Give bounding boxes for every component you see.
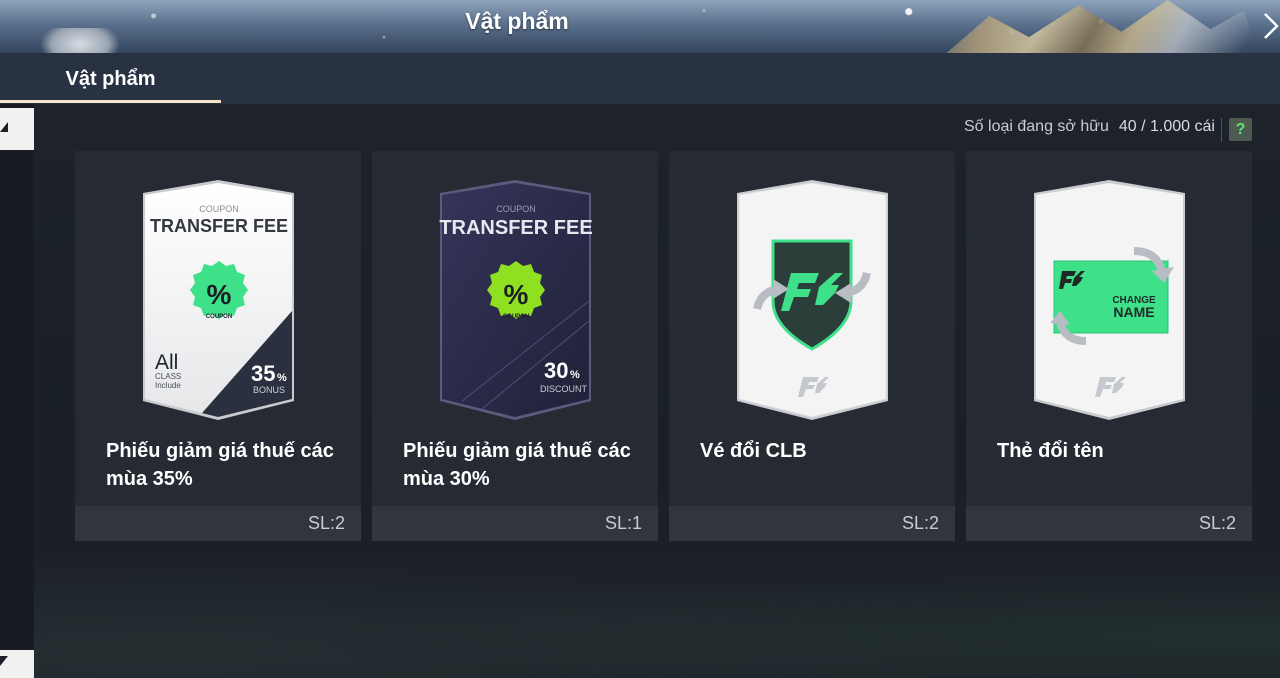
card-label-name: NAME xyxy=(1113,304,1154,320)
item-footer: SL:2 xyxy=(75,506,361,541)
tab-active-indicator xyxy=(0,100,221,103)
arrow-up-icon xyxy=(0,122,8,132)
owned-value: 40 / 1.000 cái xyxy=(1118,118,1215,135)
card-value: 35 xyxy=(251,361,275,386)
item-card[interactable]: COUPON TRANSFER FEE % COUPON 30 % DISCOU… xyxy=(372,151,658,541)
arrow-down-icon xyxy=(0,656,8,666)
percent-icon: % xyxy=(504,279,529,310)
owned-count: Số loại đang sở hữu 40 / 1.000 cái xyxy=(964,118,1215,142)
card-coupon-label: COUPON xyxy=(496,204,536,214)
badge-text: COUPON xyxy=(503,314,529,320)
header-bar: Vật phẩm xyxy=(0,0,1280,53)
class-caption: CLASS xyxy=(155,372,181,381)
scroll-up-button[interactable] xyxy=(0,108,34,150)
card-value-caption: BONUS xyxy=(253,385,285,395)
close-arrow-icon[interactable] xyxy=(1262,12,1280,40)
left-rail xyxy=(0,104,34,678)
item-name: Vé đổi CLB xyxy=(700,440,807,462)
name-change-card-art: CHANGE NAME xyxy=(1034,180,1185,420)
card-value-unit: % xyxy=(570,369,580,381)
card-coupon-label: COUPON xyxy=(199,204,239,214)
scroll-down-button[interactable] xyxy=(0,650,34,678)
item-footer: SL:2 xyxy=(669,506,955,541)
item-quantity: SL:2 xyxy=(307,513,345,533)
percent-icon: % xyxy=(207,279,232,310)
card-value: 30 xyxy=(544,358,568,383)
club-change-card-art xyxy=(737,180,888,420)
item-name: Phiếu giảm giá thuế các mùa 35% xyxy=(106,440,334,490)
item-name: Thẻ đổi tên xyxy=(997,440,1104,462)
coupon-35-card-art: COUPON TRANSFER FEE % COUPON All CLASS I… xyxy=(143,180,294,420)
page-title: Vật phẩm xyxy=(465,8,569,34)
item-quantity: SL:2 xyxy=(901,513,939,533)
item-card[interactable]: CHANGE NAME Thẻ đổi tên SL:2 xyxy=(966,151,1252,541)
item-quantity: SL:2 xyxy=(1198,513,1236,533)
item-card[interactable]: Vé đổi CLB SL:2 xyxy=(669,151,955,541)
tab-bar: Vật phẩm xyxy=(0,53,1280,104)
card-value-unit: % xyxy=(277,372,287,384)
panel-background-glow xyxy=(34,534,1280,678)
tab-items[interactable]: Vật phẩm xyxy=(0,53,221,104)
owned-label: Số loại đang sở hữu xyxy=(964,118,1109,135)
divider xyxy=(1221,118,1222,142)
card-heading: TRANSFER FEE xyxy=(150,216,288,236)
class-include: Include xyxy=(155,381,181,390)
item-footer: SL:2 xyxy=(966,506,1252,541)
help-button[interactable]: ? xyxy=(1229,118,1252,141)
item-quantity: SL:1 xyxy=(604,513,642,533)
card-heading: TRANSFER FEE xyxy=(439,217,592,239)
item-card[interactable]: COUPON TRANSFER FEE % COUPON All CLASS I… xyxy=(75,151,361,541)
coupon-30-card-art: COUPON TRANSFER FEE % COUPON 30 % DISCOU… xyxy=(439,180,593,420)
item-footer: SL:1 xyxy=(372,506,658,541)
class-label: All xyxy=(155,351,178,374)
badge-text: COUPON xyxy=(206,314,232,320)
item-name: Phiếu giảm giá thuế các mùa 30% xyxy=(403,440,631,490)
card-value-caption: DISCOUNT xyxy=(540,384,588,394)
